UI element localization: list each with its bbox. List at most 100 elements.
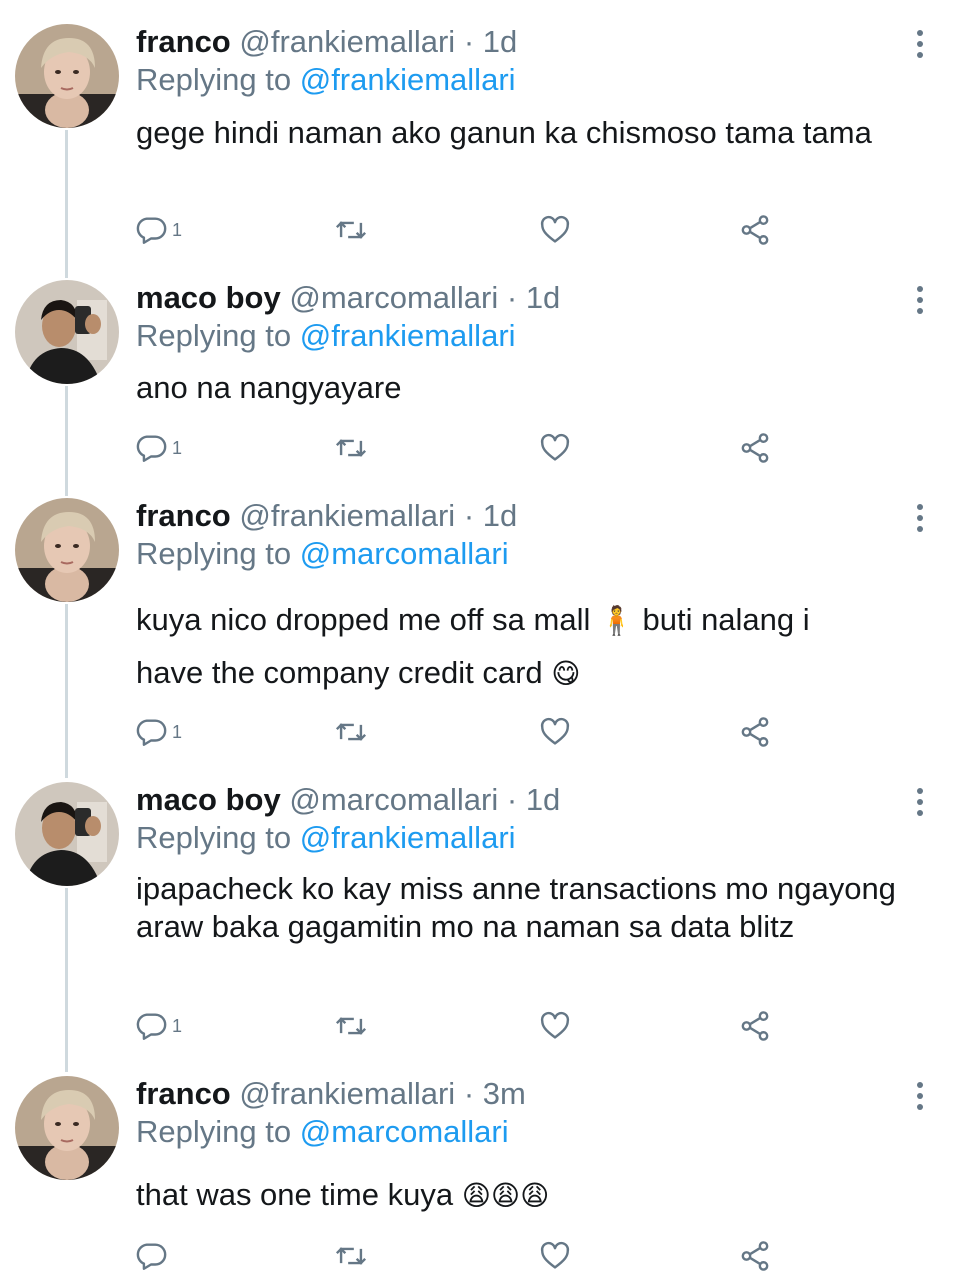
heart-icon	[538, 213, 572, 247]
reply-count: 1	[172, 219, 183, 240]
avatar[interactable]	[15, 24, 119, 128]
reply-icon	[134, 1239, 168, 1273]
heart-icon	[538, 715, 572, 749]
tweet: franco @frankiemallari · 1d Replying to …	[0, 24, 975, 264]
share-button[interactable]	[738, 210, 772, 250]
timestamp[interactable]: 1d	[526, 280, 560, 315]
separator-dot: ·	[506, 280, 518, 315]
timestamp[interactable]: 1d	[483, 24, 517, 59]
tweet-text: that was one time kuya 😩😩😩	[136, 1174, 936, 1217]
timestamp[interactable]: 1d	[526, 782, 560, 817]
display-name[interactable]: maco boy	[136, 280, 281, 315]
heart-icon	[538, 431, 572, 465]
replying-to-handle[interactable]: @marcomallari	[300, 1114, 509, 1149]
share-icon	[738, 431, 772, 465]
avatar[interactable]	[15, 782, 119, 886]
more-vertical-icon[interactable]	[905, 1082, 935, 1114]
like-button[interactable]	[538, 1236, 572, 1276]
share-icon	[738, 1009, 772, 1043]
separator-dot: ·	[506, 782, 518, 817]
replying-to-label: Replying to	[136, 1114, 292, 1149]
person-standing-emoji: 🧍	[598, 604, 634, 637]
display-name[interactable]: maco boy	[136, 782, 281, 817]
share-button[interactable]	[738, 712, 772, 752]
replying-to: Replying to @marcomallari	[136, 1114, 509, 1150]
yum-emoji: 😋	[551, 657, 581, 690]
display-name[interactable]: franco	[136, 24, 231, 59]
like-button[interactable]	[538, 428, 572, 468]
retweet-button[interactable]	[334, 1006, 368, 1046]
replying-to-label: Replying to	[136, 318, 292, 353]
tweet-header: franco @frankiemallari · 3m	[136, 1076, 526, 1112]
share-button[interactable]	[738, 428, 772, 468]
replying-to-handle[interactable]: @frankiemallari	[300, 318, 516, 353]
more-vertical-icon[interactable]	[905, 286, 935, 318]
tweet-text-part: buti nalang i	[642, 602, 810, 637]
replying-to: Replying to @frankiemallari	[136, 318, 516, 354]
retweet-icon	[334, 1239, 368, 1273]
user-handle[interactable]: @marcomallari	[289, 280, 498, 315]
reply-icon	[134, 715, 168, 749]
more-vertical-icon[interactable]	[905, 30, 935, 62]
tweet-header: maco boy @marcomallari · 1d	[136, 782, 560, 818]
tweet: franco @frankiemallari · 3m Replying to …	[0, 1076, 975, 1286]
tweet-actions: 1	[134, 712, 954, 752]
reply-button[interactable]: 1	[134, 712, 182, 752]
retweet-icon	[334, 431, 368, 465]
tweet: franco @frankiemallari · 1d Replying to …	[0, 498, 975, 768]
user-handle[interactable]: @frankiemallari	[239, 498, 455, 533]
reply-icon	[134, 1009, 168, 1043]
tweet-header: franco @frankiemallari · 1d	[136, 498, 517, 534]
replying-to-handle[interactable]: @frankiemallari	[300, 820, 516, 855]
user-handle[interactable]: @frankiemallari	[239, 24, 455, 59]
reply-count: 1	[172, 721, 183, 742]
replying-to-handle[interactable]: @marcomallari	[300, 536, 509, 571]
timestamp[interactable]: 3m	[483, 1076, 526, 1111]
reply-button[interactable]	[134, 1236, 172, 1276]
separator-dot: ·	[463, 498, 475, 533]
tweet-actions: 1	[134, 1006, 954, 1046]
like-button[interactable]	[538, 1006, 572, 1046]
tweet-header: franco @frankiemallari · 1d	[136, 24, 517, 60]
reply-icon	[134, 431, 168, 465]
tweet: maco boy @marcomallari · 1d Replying to …	[0, 782, 975, 1062]
display-name[interactable]: franco	[136, 498, 231, 533]
avatar[interactable]	[15, 280, 119, 384]
timestamp[interactable]: 1d	[483, 498, 517, 533]
replying-to: Replying to @marcomallari	[136, 536, 509, 572]
user-handle[interactable]: @marcomallari	[289, 782, 498, 817]
more-vertical-icon[interactable]	[905, 504, 935, 536]
reply-button[interactable]: 1	[134, 1006, 182, 1046]
share-button[interactable]	[738, 1236, 772, 1276]
replying-to-label: Replying to	[136, 820, 292, 855]
heart-icon	[538, 1239, 572, 1273]
more-vertical-icon[interactable]	[905, 788, 935, 820]
like-button[interactable]	[538, 210, 572, 250]
retweet-icon	[334, 1009, 368, 1043]
reply-icon	[134, 213, 168, 247]
retweet-button[interactable]	[334, 210, 368, 250]
display-name[interactable]: franco	[136, 1076, 231, 1111]
reply-count: 1	[172, 437, 183, 458]
user-handle[interactable]: @frankiemallari	[239, 1076, 455, 1111]
tweet-text: ano na nangyayare	[136, 370, 402, 405]
reply-button[interactable]: 1	[134, 428, 182, 468]
retweet-button[interactable]	[334, 1236, 368, 1276]
retweet-button[interactable]	[334, 428, 368, 468]
avatar[interactable]	[15, 1076, 119, 1180]
share-icon	[738, 715, 772, 749]
tweet-actions: 1	[134, 428, 954, 468]
replying-to-label: Replying to	[136, 62, 292, 97]
like-button[interactable]	[538, 712, 572, 752]
reply-button[interactable]: 1	[134, 210, 182, 250]
tweet-text: kuya nico dropped me off sa mall 🧍 buti …	[136, 594, 936, 700]
replying-to-handle[interactable]: @frankiemallari	[300, 62, 516, 97]
share-button[interactable]	[738, 1006, 772, 1046]
tweet: maco boy @marcomallari · 1d Replying to …	[0, 280, 975, 490]
retweet-button[interactable]	[334, 712, 368, 752]
avatar[interactable]	[15, 498, 119, 602]
tweet-text-part: that was one time kuya	[136, 1177, 454, 1212]
weary-emoji: 😩😩😩	[461, 1179, 550, 1212]
tweet-text-part: kuya nico dropped me off sa mall	[136, 602, 591, 637]
heart-icon	[538, 1009, 572, 1043]
